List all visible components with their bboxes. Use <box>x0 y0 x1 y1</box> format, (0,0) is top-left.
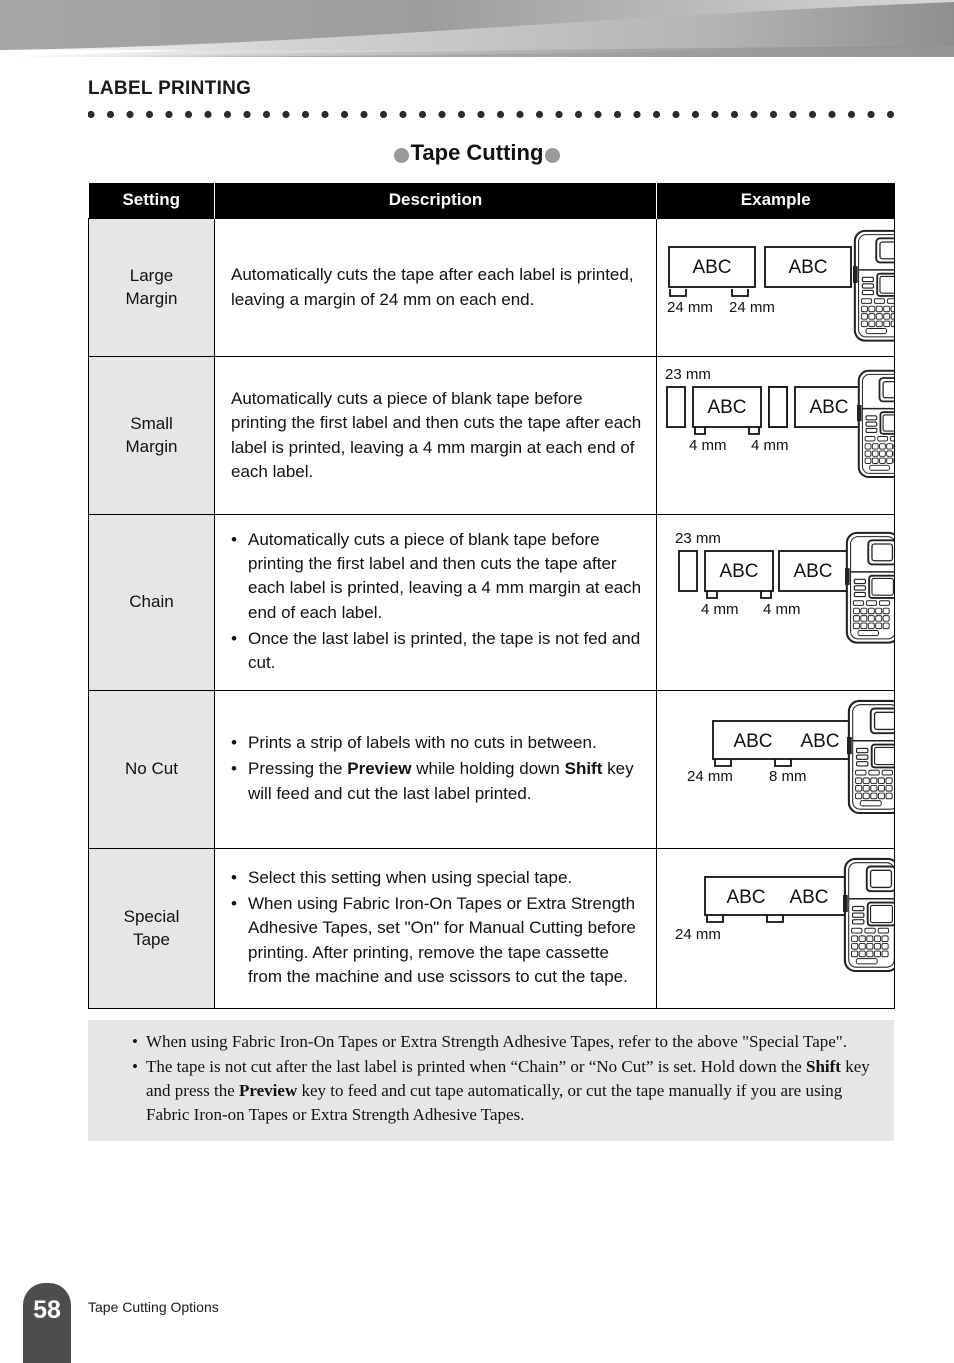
setting-name-cell: Special Tape <box>88 848 215 1009</box>
example-cell: ABC ABC 24 mm 8 mm <box>656 690 895 849</box>
example-illustration: 23 mm ABC ABC 4 mm 4 mm <box>658 358 894 514</box>
setting-name-cell: Large Margin <box>88 218 215 357</box>
table-row: Large Margin Automatically cuts the tape a… <box>88 218 895 357</box>
bullet-marker-icon: • <box>132 1032 138 1051</box>
svg-text:ABC: ABC <box>809 397 848 418</box>
example-cell: ABC ABC 24 mm <box>656 848 895 1009</box>
svg-text:ABC: ABC <box>719 561 758 582</box>
example-cell: ABC ABC 24 mm 24 mm <box>656 218 895 357</box>
column-header-description: Description <box>214 183 657 219</box>
svg-text:4 mm: 4 mm <box>763 601 801 618</box>
svg-text:ABC: ABC <box>707 397 746 418</box>
bullet-marker-icon: • <box>231 733 237 753</box>
footer-label: Tape Cutting Options <box>88 1299 219 1315</box>
svg-text:24 mm: 24 mm <box>675 926 721 943</box>
bullet-marker-icon: • <box>231 628 237 648</box>
description-bullet: • Once the last label is printed, the tap… <box>231 627 642 675</box>
page-title: Tape Cutting <box>0 140 954 166</box>
svg-text:ABC: ABC <box>726 887 765 908</box>
description-bullet: • Prints a strip of labels with no cuts i… <box>231 731 642 755</box>
table-row: Special Tape • Select this setting when usi… <box>88 848 895 1009</box>
svg-text:ABC: ABC <box>800 731 839 752</box>
svg-text:24 mm: 24 mm <box>667 299 713 316</box>
table-row: Chain • Automatically cuts a piece of blan… <box>88 514 895 691</box>
example-cell: 23 mm ABC ABC 4 mm 4 mm <box>656 356 895 515</box>
example-cell: 23 mm ABC ABC 4 mm 4 mm <box>656 514 895 691</box>
svg-text:8 mm: 8 mm <box>769 768 807 785</box>
table-row: No Cut • Prints a strip of labels with no … <box>88 690 895 849</box>
svg-text:24 mm: 24 mm <box>687 768 733 785</box>
description-text: Automatically cuts the tape after each l… <box>231 265 634 309</box>
bullet-marker-icon: • <box>231 868 237 888</box>
table-row: Small Margin Automatically cuts a piece of… <box>88 356 895 515</box>
example-illustration: ABC ABC 24 mm 8 mm <box>658 692 894 848</box>
description-bullet: • Select this setting when using special … <box>231 866 642 890</box>
column-header-example: Example <box>656 183 895 219</box>
bullet-marker-icon: • <box>231 759 237 779</box>
svg-text:ABC: ABC <box>793 561 832 582</box>
title-dot-left-icon <box>393 147 409 163</box>
description-cell: • Automatically cuts a piece of blank tap… <box>214 514 657 691</box>
page-banner <box>0 0 954 72</box>
note-box: • When using Fabric Iron-On Tapes or Extr… <box>88 1020 894 1141</box>
ptouch-machine-icon <box>857 369 894 478</box>
svg-text:ABC: ABC <box>692 257 731 278</box>
title-dot-right-icon <box>545 147 561 163</box>
description-text: Automatically cuts a piece of blank tape… <box>231 389 642 481</box>
example-illustration: 23 mm ABC ABC 4 mm 4 mm <box>658 516 894 690</box>
description-bullet: • Pressing the Preview while holding down… <box>231 757 642 805</box>
ptouch-machine-icon <box>843 857 894 973</box>
bullet-marker-icon: • <box>132 1057 138 1077</box>
example-illustration: ABC ABC 24 mm <box>658 850 894 1008</box>
description-cell: Automatically cuts the tape after each l… <box>214 218 657 357</box>
description-cell: • Select this setting when using special … <box>214 848 657 1009</box>
ptouch-machine-icon <box>847 699 894 815</box>
note-item: • The tape is not cut after the last labe… <box>132 1055 882 1127</box>
page-title-text: Tape Cutting <box>410 140 544 165</box>
tape-cutting-table: Setting Description Example Large Margin A… <box>88 183 895 1009</box>
svg-text:ABC: ABC <box>733 731 772 752</box>
bullet-marker-icon: • <box>231 894 237 914</box>
svg-text:23 mm: 23 mm <box>675 530 721 547</box>
svg-text:ABC: ABC <box>788 257 827 278</box>
setting-name-cell: Small Margin <box>88 356 215 515</box>
example-illustration: ABC ABC 24 mm 24 mm <box>658 220 894 356</box>
column-header-setting: Setting <box>88 183 215 219</box>
svg-text:4 mm: 4 mm <box>689 437 727 454</box>
setting-name-cell: Chain <box>88 514 215 691</box>
bullet-marker-icon: • <box>231 530 237 550</box>
ptouch-machine-icon <box>845 531 894 644</box>
page-number-badge: 58 <box>23 1283 71 1363</box>
note-item: • When using Fabric Iron-On Tapes or Extr… <box>132 1030 882 1054</box>
svg-text:4 mm: 4 mm <box>701 601 739 618</box>
description-bullet: • Automatically cuts a piece of blank tap… <box>231 528 642 625</box>
svg-text:ABC: ABC <box>789 887 828 908</box>
setting-name-cell: No Cut <box>88 690 215 849</box>
description-bullet: • When using Fabric Iron-On Tapes or Extr… <box>231 892 642 989</box>
dotted-rule <box>87 106 898 119</box>
svg-text:24 mm: 24 mm <box>729 299 775 316</box>
table-header-row: Setting Description Example <box>88 183 895 219</box>
svg-text:4 mm: 4 mm <box>751 437 789 454</box>
chapter-heading: LABEL PRINTING <box>88 78 252 99</box>
description-cell: Automatically cuts a piece of blank tape… <box>214 356 657 515</box>
ptouch-machine-icon <box>853 229 894 342</box>
description-cell: • Prints a strip of labels with no cuts i… <box>214 690 657 849</box>
table-body: Large Margin Automatically cuts the tape a… <box>88 218 895 1009</box>
svg-text:23 mm: 23 mm <box>665 366 711 383</box>
